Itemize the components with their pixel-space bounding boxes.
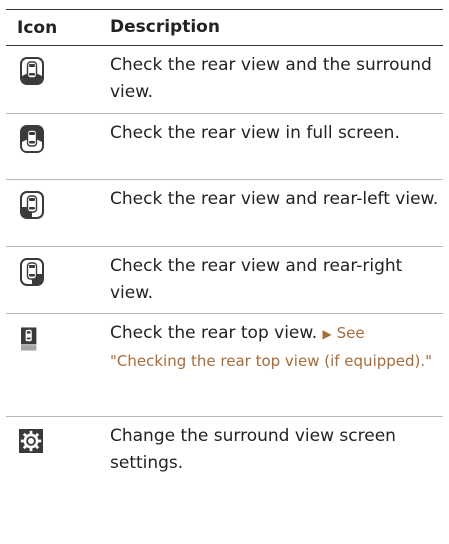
table-row: Check the rear view in full screen. — [6, 114, 443, 180]
row-description: Check the rear view and the surround vie… — [110, 55, 432, 102]
row-description: Change the surround view screen settings… — [110, 426, 396, 473]
icon-description-table: Icon Description Check the rear view and… — [6, 9, 443, 483]
table-row: Check the rear view and rear-right view. — [6, 247, 443, 314]
rear-surround-view-icon — [20, 57, 44, 85]
table-row: Change the surround view screen settings… — [6, 417, 443, 483]
header-icon: Icon — [17, 17, 58, 38]
table-header: Icon Description — [6, 10, 443, 46]
table-row: Check the rear view and the surround vie… — [6, 46, 443, 114]
triangle-right-icon: ▶ — [322, 327, 332, 341]
row-description: Check the rear view in full screen. — [110, 123, 400, 143]
rear-top-view-icon — [21, 327, 37, 351]
row-description: Check the rear view and rear-right view. — [110, 256, 403, 303]
rear-right-view-icon — [20, 258, 44, 286]
link-text: "Checking the rear top view (if equipped… — [110, 352, 433, 370]
rear-full-screen-icon — [20, 125, 44, 153]
table-row: Check the rear view and rear-left view. — [6, 180, 443, 247]
rear-left-view-icon — [20, 191, 44, 219]
link-prefix: See — [336, 324, 365, 342]
header-description: Description — [110, 17, 220, 37]
table-row: Check the rear top view. ▶ See "Checking … — [6, 314, 443, 417]
row-description: Check the rear view and rear-left view. — [110, 189, 439, 209]
row-description: Check the rear top view. — [110, 323, 318, 343]
settings-gear-icon — [19, 429, 43, 453]
